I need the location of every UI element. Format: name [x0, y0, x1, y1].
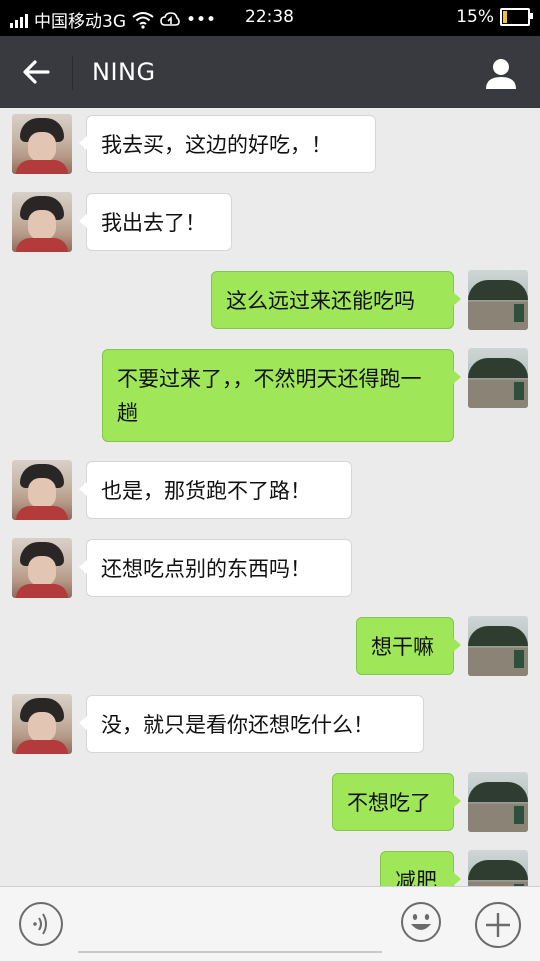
overflow-dots: •••: [186, 9, 217, 30]
message-text: 我出去了！: [101, 211, 206, 235]
voice-button[interactable]: [18, 901, 64, 947]
message-bubble-sent[interactable]: 减肥: [380, 851, 461, 886]
avatar-self[interactable]: [468, 616, 528, 676]
plus-icon: [475, 902, 521, 948]
emoji-button[interactable]: [400, 901, 442, 943]
message-bubble-received[interactable]: 还想吃点别的东西吗！: [79, 539, 352, 597]
message-bubble-sent[interactable]: 想干嘛: [356, 617, 461, 675]
avatar-contact[interactable]: [12, 694, 72, 754]
message-text: 也是，那货跑不了路！: [101, 479, 311, 503]
person-icon: [486, 59, 516, 89]
message-text: 不想吃了: [347, 791, 431, 815]
message-text: 还想吃点别的东西吗！: [101, 557, 311, 581]
avatar-self[interactable]: [468, 348, 528, 408]
avatar-self[interactable]: [468, 270, 528, 330]
avatar-self[interactable]: [468, 772, 528, 832]
avatar-contact[interactable]: [12, 538, 72, 598]
emoji-icon: [401, 902, 441, 942]
carrier-label: 中国移动3G: [34, 12, 126, 32]
message-bubble-sent[interactable]: 不想吃了: [332, 773, 461, 831]
clock: 22:38: [245, 7, 294, 27]
status-bar: 中国移动3G ••• 22:38 15%: [0, 0, 540, 36]
message-bubble-received[interactable]: 没，就只是看你还想吃什么！: [79, 695, 424, 753]
avatar-self[interactable]: [468, 850, 528, 886]
chat-header: NING: [0, 36, 540, 108]
voice-icon: [19, 902, 63, 946]
message-text: 我去买，这边的好吃，！: [101, 133, 332, 157]
input-bar: [0, 886, 540, 961]
battery-percent: 15%: [456, 7, 494, 27]
message-text: 不要过来了，，不然明天还得跑一趟: [117, 367, 422, 425]
signal-icon: [10, 12, 28, 28]
message-bubble-sent[interactable]: 不要过来了，，不然明天还得跑一趟: [102, 349, 461, 442]
header-divider: [72, 56, 73, 90]
more-options-button[interactable]: [474, 901, 522, 949]
message-input[interactable]: [78, 903, 382, 953]
avatar-contact[interactable]: [12, 114, 72, 174]
message-text: 想干嘛: [371, 635, 434, 659]
message-bubble-received[interactable]: 也是，那货跑不了路！: [79, 461, 352, 519]
message-text: 减肥: [395, 869, 437, 886]
wifi-icon: [132, 11, 154, 29]
back-button[interactable]: [18, 54, 54, 90]
battery-icon: [500, 8, 533, 26]
chat-list[interactable]: 我去买，这边的好吃，！ 我出去了！ 这么远过来还能吃吗 不要过来了，，不然明天还…: [0, 108, 540, 886]
profile-button[interactable]: [484, 56, 518, 90]
message-text: 没，就只是看你还想吃什么！: [101, 713, 374, 737]
avatar-contact[interactable]: [12, 192, 72, 252]
avatar-contact[interactable]: [12, 460, 72, 520]
cloud-sync-icon: [160, 11, 180, 26]
chat-title: NING: [92, 58, 156, 86]
arrow-left-icon: [23, 60, 50, 84]
message-bubble-sent[interactable]: 这么远过来还能吃吗: [211, 271, 461, 329]
message-bubble-received[interactable]: 我去买，这边的好吃，！: [79, 115, 376, 173]
message-text: 这么远过来还能吃吗: [226, 289, 415, 313]
message-bubble-received[interactable]: 我出去了！: [79, 193, 232, 251]
